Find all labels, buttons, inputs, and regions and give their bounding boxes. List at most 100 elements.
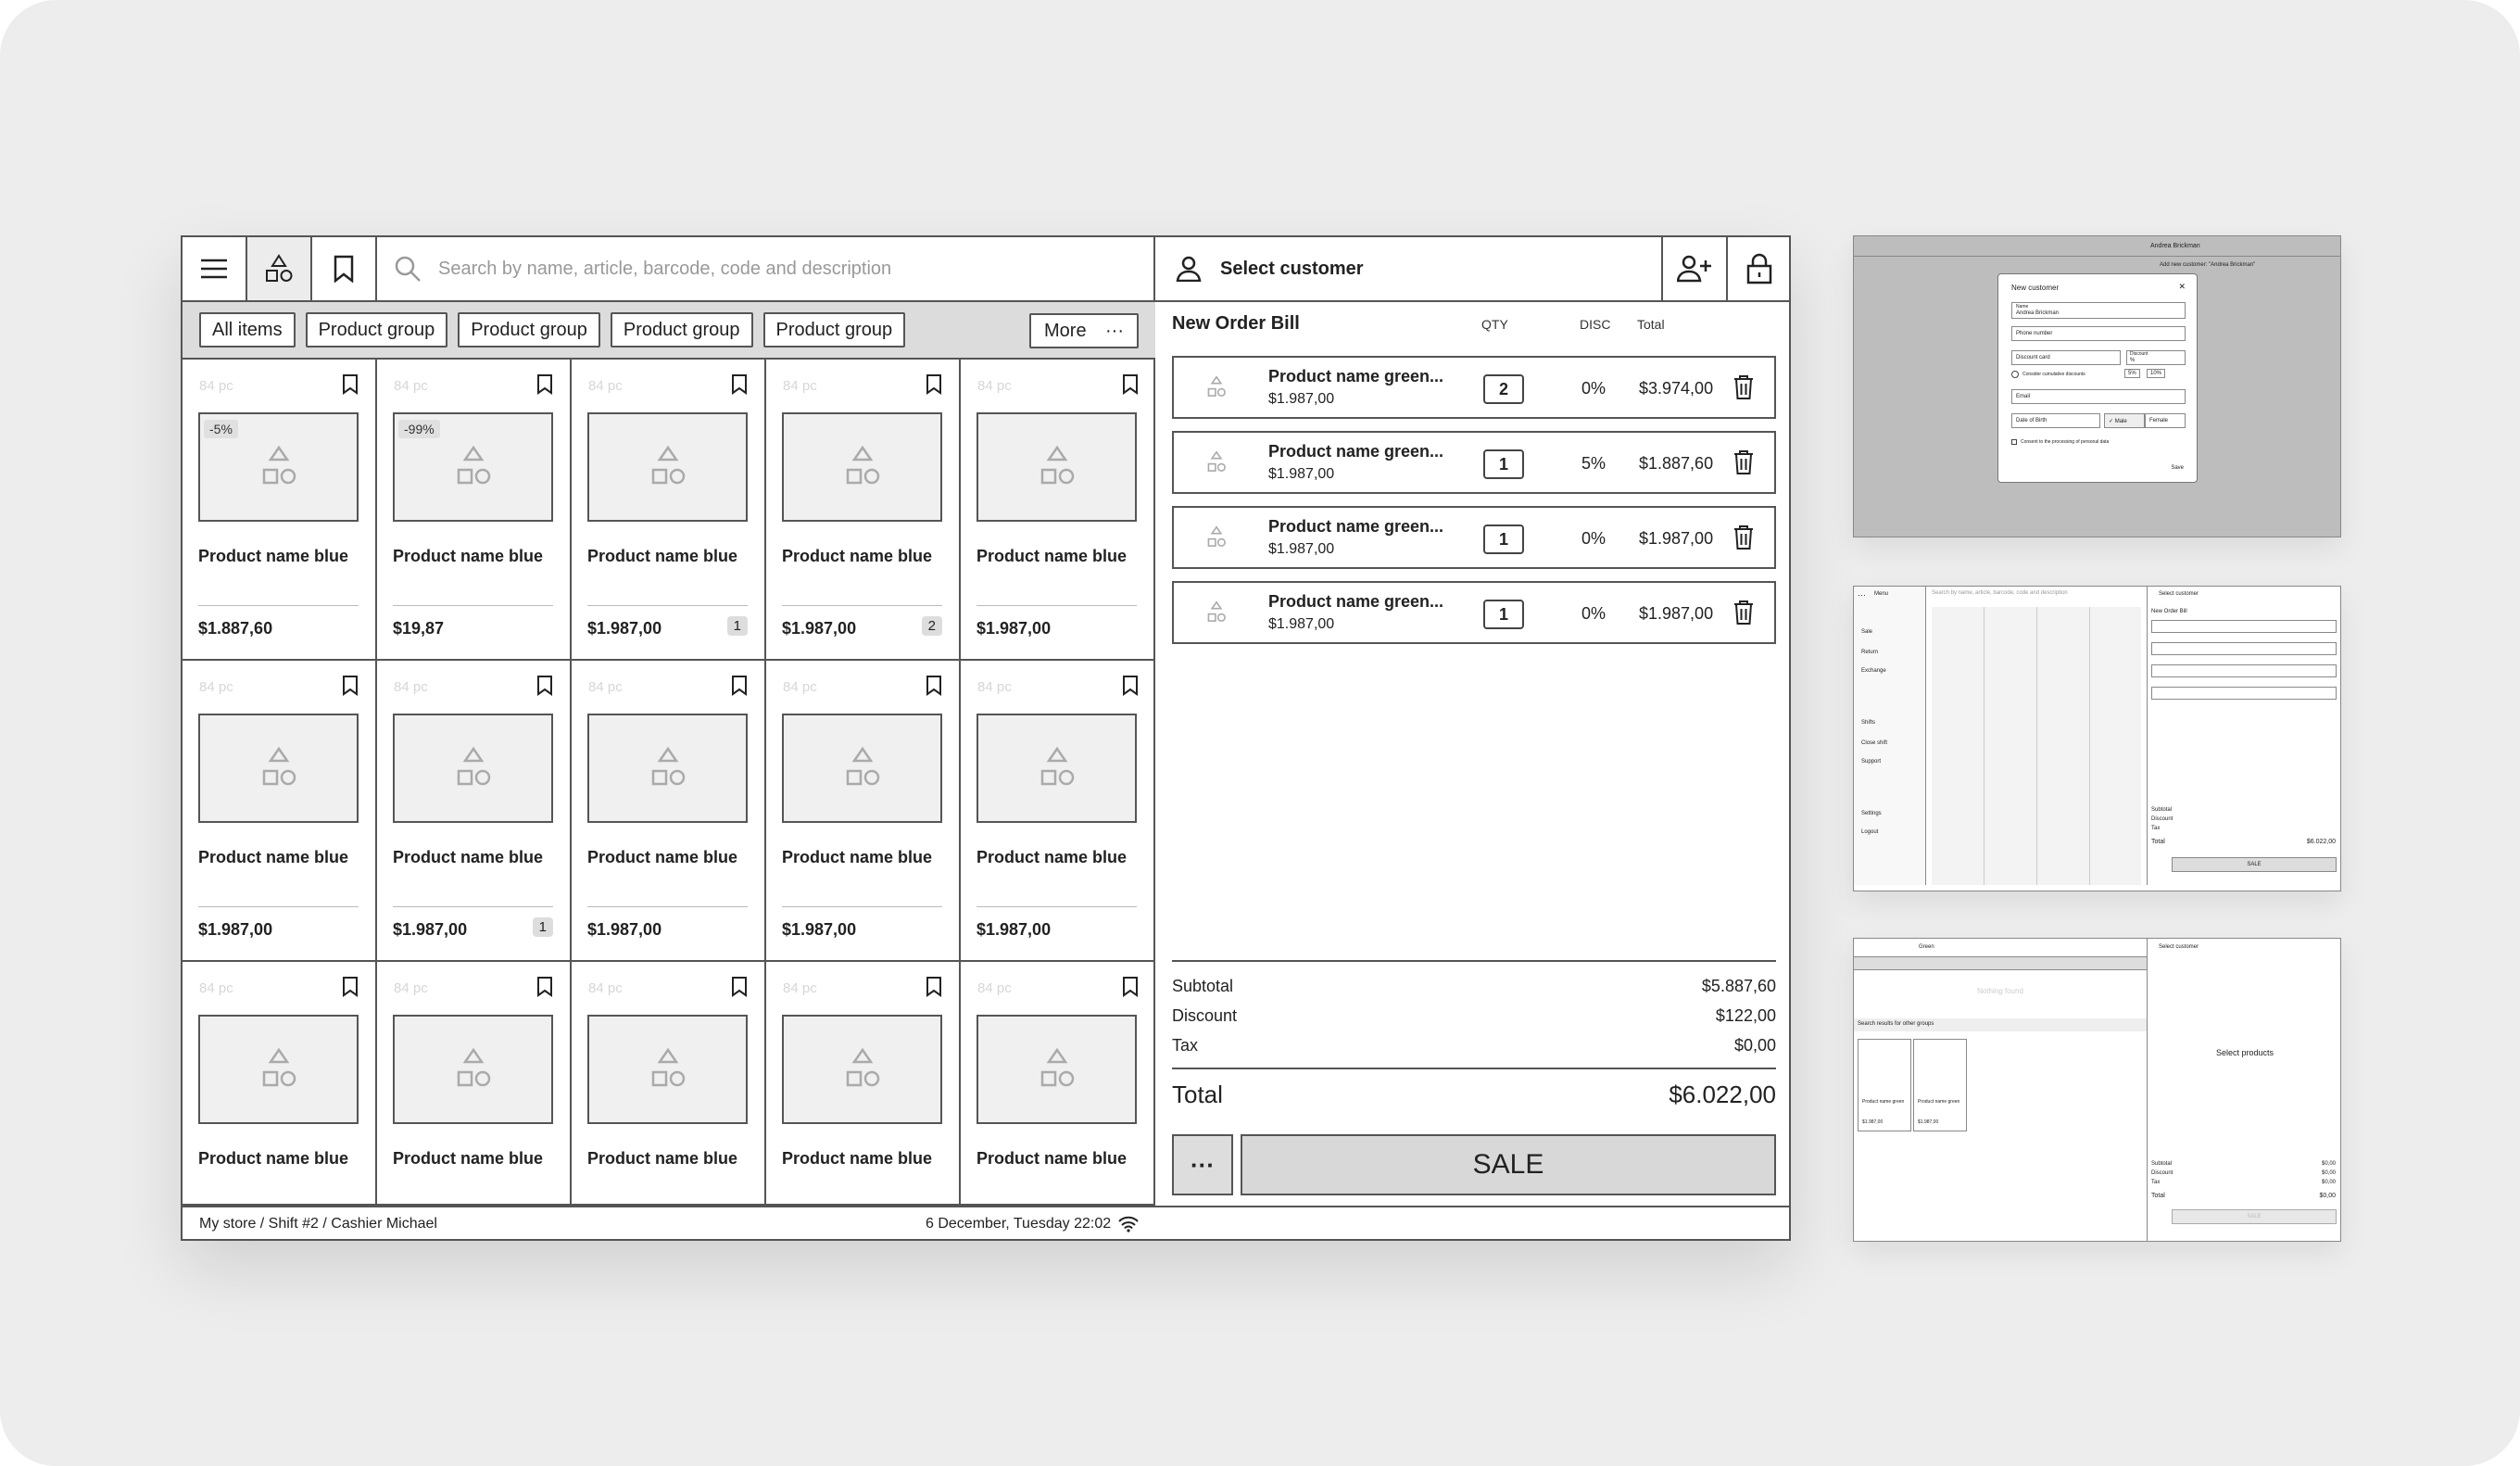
name-field-value: Andrea Brickman [2016, 310, 2060, 316]
bookmark-icon[interactable] [731, 374, 748, 395]
order-line[interactable]: Product name green... $1.987,00 2 0% $3.974,… [1172, 356, 1776, 419]
product-card[interactable]: 84 pc Product name blue [766, 962, 961, 1206]
bookmark-icon[interactable] [1122, 676, 1139, 696]
email-field[interactable]: Email [2011, 389, 2186, 404]
product-card[interactable]: 84 pc Product name blue $1.987,00 [961, 661, 1155, 962]
card-divider [393, 605, 553, 606]
discount-field[interactable]: Discount% [2126, 350, 2186, 365]
line-qty[interactable]: 2 [1483, 374, 1524, 404]
menu-item[interactable]: Logout [1861, 829, 1878, 835]
trash-icon[interactable] [1733, 449, 1754, 475]
bookmark-icon[interactable] [731, 977, 748, 997]
add-customer-button[interactable] [1661, 237, 1726, 300]
product-name: Product name blue [976, 1149, 1128, 1168]
product-card[interactable]: 84 pc Product name blue $1.987,00 [183, 661, 377, 962]
thumb3-discount: Discount [2151, 1170, 2174, 1176]
stock-count: 84 pc [394, 378, 428, 394]
select-customer-button[interactable]: Select customer [1155, 256, 1661, 282]
line-qty[interactable]: 1 [1483, 600, 1524, 629]
product-card[interactable]: 84 pc Product name blue $1.987,00 [961, 360, 1155, 661]
in-cart-qty-badge: 1 [726, 616, 748, 636]
bookmark-icon[interactable] [926, 977, 942, 997]
chip-product-group[interactable]: Product group [458, 312, 600, 348]
bookmark-icon[interactable] [731, 676, 748, 696]
menu-close-icon[interactable]: ··· [1858, 590, 1866, 600]
product-card[interactable]: 84 pc Product name blue $1.987,00 1 [377, 661, 572, 962]
product-card[interactable]: 84 pc Product name blue $1.987,00 [766, 661, 961, 962]
bookmark-icon[interactable] [342, 977, 359, 997]
menu-item[interactable]: Close shift [1861, 740, 1887, 746]
trash-icon[interactable] [1733, 374, 1754, 400]
catalog-button[interactable] [247, 237, 312, 300]
menu-item[interactable]: Exchange [1861, 668, 1886, 674]
chip-product-group[interactable]: Product group [305, 312, 448, 348]
bookmarks-button[interactable] [312, 237, 377, 300]
bookmark-icon[interactable] [926, 374, 942, 395]
bookmark-icon[interactable] [536, 977, 553, 997]
bookmark-icon[interactable] [342, 374, 359, 395]
name-field[interactable]: Name Andrea Brickman [2011, 302, 2186, 319]
chip-product-group[interactable]: Product group [610, 312, 753, 348]
line-qty[interactable]: 1 [1483, 524, 1524, 554]
line-image [1174, 508, 1259, 567]
product-price: $19,87 [393, 619, 445, 638]
product-card[interactable]: 84 pc Product name blue $1.987,00 2 [766, 360, 961, 661]
product-name: Product name blue [782, 547, 933, 565]
consent-checkbox[interactable] [2011, 439, 2017, 445]
order-line[interactable]: Product name green... $1.987,00 1 0% $1.987,… [1172, 581, 1776, 644]
product-card[interactable]: 84 pc -5% Product name blue $1.887,60 [183, 360, 377, 661]
discount-10[interactable]: 10% [2147, 369, 2166, 378]
card-divider [976, 906, 1137, 907]
thumb2-sale-button[interactable]: SALE [2172, 857, 2337, 872]
order-line[interactable]: Product name green... $1.987,00 1 5% $1.887,… [1172, 431, 1776, 494]
female-option[interactable]: Female [2145, 413, 2186, 428]
sale-button[interactable]: SALE [1241, 1134, 1776, 1195]
menu-item[interactable]: Support [1861, 759, 1881, 765]
product-price: $1.987,00 [976, 920, 1052, 939]
menu-item[interactable]: Return [1861, 650, 1878, 655]
dob-field[interactable]: Date of Birth [2011, 413, 2100, 428]
bookmark-icon[interactable] [536, 676, 553, 696]
trash-icon[interactable] [1733, 600, 1754, 626]
search-bar[interactable]: Search by name, article, barcode, code a… [377, 237, 1155, 300]
product-card[interactable]: 84 pc Product name blue $1.987,00 [572, 661, 766, 962]
close-icon[interactable]: ✕ [2178, 282, 2186, 292]
card-divider [393, 906, 553, 907]
thumb3-select-customer: Select customer [2159, 944, 2199, 950]
menu-item[interactable]: Shifts [1861, 720, 1875, 726]
lock-button[interactable] [1726, 237, 1791, 300]
order-line[interactable]: Product name green... $1.987,00 1 0% $1.987,… [1172, 506, 1776, 569]
more-actions-button[interactable]: ··· [1172, 1134, 1233, 1195]
trash-icon[interactable] [1733, 524, 1754, 550]
thumb3-total-value: $0,00 [2319, 1193, 2336, 1199]
bookmark-icon[interactable] [1122, 977, 1139, 997]
product-grid: 84 pc -5% Product name blue $1.887,60 84 pc -… [183, 360, 1155, 1206]
bookmark-icon[interactable] [536, 374, 553, 395]
bookmark-icon[interactable] [926, 676, 942, 696]
card-divider [198, 906, 359, 907]
phone-field[interactable]: Phone number [2011, 326, 2186, 341]
menu-item[interactable]: Settings [1861, 811, 1882, 816]
save-button[interactable]: Save [2171, 465, 2184, 471]
bookmark-icon[interactable] [342, 676, 359, 696]
discount-card-field[interactable]: Discount card [2011, 350, 2121, 365]
line-qty[interactable]: 1 [1483, 449, 1524, 479]
discount-5[interactable]: 5% [2124, 369, 2140, 378]
chip-product-group[interactable]: Product group [762, 312, 906, 348]
chip-all-items[interactable]: All items [199, 312, 296, 348]
male-option[interactable]: ✓ Male [2104, 413, 2145, 428]
product-card[interactable]: 84 pc Product name blue [572, 962, 766, 1206]
cumulative-radio[interactable] [2011, 371, 2019, 378]
product-card[interactable]: 84 pc -99% Product name blue $19,87 [377, 360, 572, 661]
more-groups-button[interactable]: More ··· [1029, 313, 1139, 348]
thumb3-product[interactable]: Product name green $1.987,00 [1913, 1039, 1967, 1131]
menu-item[interactable]: Sale [1861, 629, 1872, 635]
menu-button[interactable] [183, 237, 247, 300]
product-card[interactable]: 84 pc Product name blue [377, 962, 572, 1206]
thumb3-product[interactable]: Product name green $1.987,00 [1858, 1039, 1911, 1131]
thumb3-sale-button[interactable]: SALE [2172, 1209, 2337, 1224]
bookmark-icon[interactable] [1122, 374, 1139, 395]
product-card[interactable]: 84 pc Product name blue $1.987,00 1 [572, 360, 766, 661]
product-card[interactable]: 84 pc Product name blue [183, 962, 377, 1206]
product-card[interactable]: 84 pc Product name blue [961, 962, 1155, 1206]
